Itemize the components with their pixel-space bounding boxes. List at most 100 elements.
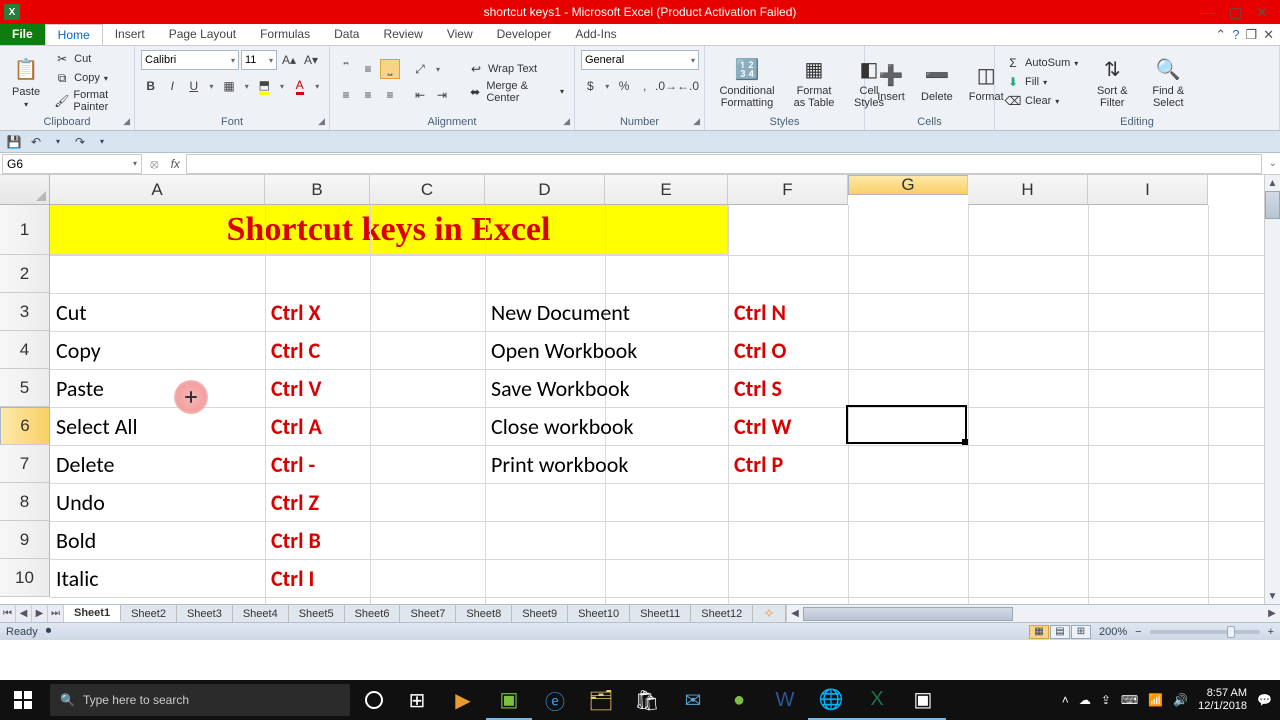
paste-button[interactable]: 📋Paste▾ [6,54,46,111]
decrease-decimal-icon[interactable]: ←.0 [678,76,698,96]
cell-B7[interactable]: Ctrl - [267,446,319,483]
tab-formulas[interactable]: Formulas [248,24,322,45]
sort-filter-button[interactable]: ⇅Sort & Filter [1086,53,1138,111]
font-color-icon[interactable]: A [290,76,310,96]
cell-B8[interactable]: Ctrl Z [267,484,323,521]
zoom-level[interactable]: 200% [1099,626,1127,638]
row-header-10[interactable]: 10 [0,559,50,597]
comma-icon[interactable]: , [635,76,654,96]
vertical-scrollbar[interactable]: ▲ ▼ [1264,175,1280,604]
sheet-tab-sheet8[interactable]: Sheet8 [456,605,512,622]
align-bottom-icon[interactable]: ⎵ [380,59,400,79]
find-select-button[interactable]: 🔍Find & Select [1142,53,1194,111]
save-icon[interactable]: 💾 [6,134,22,150]
mail-icon[interactable]: ✉ [670,680,716,720]
font-dialog-launcher[interactable]: ◢ [318,116,325,127]
alignment-dialog-launcher[interactable]: ◢ [563,116,570,127]
fill-button[interactable]: ⬇Fill▾ [1001,73,1082,91]
onedrive-icon[interactable]: ☁ [1079,693,1091,707]
sheet-nav-prev[interactable]: ◀ [16,605,32,622]
qat-customize-icon[interactable]: ▾ [94,134,110,150]
row-header-8[interactable]: 8 [0,483,50,521]
sheet-nav-last[interactable]: ⏭ [48,605,64,622]
file-explorer-icon[interactable]: 🗂 [578,680,624,720]
format-as-table-button[interactable]: ▦Format as Table [787,53,841,111]
tab-addins[interactable]: Add-Ins [563,24,628,45]
cell-F6[interactable]: Ctrl W [730,408,795,445]
tab-home[interactable]: Home [45,24,103,45]
tab-developer[interactable]: Developer [485,24,564,45]
cell-A5[interactable]: Paste [52,370,108,407]
sheet-tab-sheet12[interactable]: Sheet12 [691,605,753,622]
cell-B6[interactable]: Ctrl A [267,408,326,445]
tab-file[interactable]: File [0,24,45,45]
increase-indent-icon[interactable]: ⇥ [432,85,452,105]
new-sheet-button[interactable]: ✧ [753,605,786,622]
maximize-button[interactable]: ▢ [1229,4,1242,21]
underline-icon[interactable]: U [184,76,204,96]
cell-B3[interactable]: Ctrl X [267,294,325,331]
column-header-D[interactable]: D [485,175,605,205]
tab-data[interactable]: Data [322,24,371,45]
increase-font-icon[interactable]: A▴ [279,50,299,70]
column-header-C[interactable]: C [370,175,485,205]
sheet-tab-sheet5[interactable]: Sheet5 [289,605,345,622]
align-left-icon[interactable]: ≡ [336,85,356,105]
close-button[interactable]: ✕ [1256,4,1268,21]
volume-icon[interactable]: 🔊 [1173,693,1188,707]
sheet-tab-sheet6[interactable]: Sheet6 [345,605,401,622]
tab-page-layout[interactable]: Page Layout [157,24,248,45]
taskbar-search[interactable]: 🔍Type here to search [50,684,350,716]
row-header-9[interactable]: 9 [0,521,50,559]
hscroll-thumb[interactable] [803,607,1013,621]
increase-decimal-icon[interactable]: .0→ [656,76,676,96]
scroll-right-icon[interactable]: ▶ [1264,608,1280,619]
recorder-icon[interactable]: ▣ [900,680,946,720]
help-icon[interactable]: ? [1232,27,1239,42]
keyboard-icon[interactable]: ⌨ [1121,693,1138,707]
row-header-1[interactable]: 1 [0,205,50,255]
row-header-5[interactable]: 5 [0,369,50,407]
clipboard-dialog-launcher[interactable]: ◢ [123,116,130,127]
camtasia-icon[interactable]: ▣ [486,680,532,720]
cell-D4[interactable]: Open Workbook [487,332,641,369]
sheet-tab-sheet9[interactable]: Sheet9 [512,605,568,622]
cell-B10[interactable]: Ctrl I [267,560,318,597]
align-center-icon[interactable]: ≡ [358,85,378,105]
insert-cells-button[interactable]: ➕Insert [871,59,911,105]
cell-A9[interactable]: Bold [52,522,100,559]
formula-bar[interactable] [186,154,1262,174]
undo-dropdown[interactable]: ▾ [50,134,66,150]
column-header-H[interactable]: H [968,175,1088,205]
select-all-corner[interactable] [0,175,50,205]
minimize-ribbon-icon[interactable]: ⌃ [1215,27,1226,43]
notifications-icon[interactable]: 💬 [1257,693,1272,707]
page-break-view-button[interactable]: ⊞ [1071,625,1091,639]
clear-button[interactable]: ⌫Clear▾ [1001,92,1082,110]
currency-icon[interactable]: $ [581,76,600,96]
cell-A3[interactable]: Cut [52,294,91,331]
cell-F7[interactable]: Ctrl P [730,446,787,483]
wrap-text-button[interactable]: ↩Wrap Text [464,60,568,78]
media-player-icon[interactable]: ▶ [440,680,486,720]
align-middle-icon[interactable]: ≡ [358,59,378,79]
tab-view[interactable]: View [435,24,485,45]
row-header-3[interactable]: 3 [0,293,50,331]
align-top-icon[interactable]: ⎴ [336,59,356,79]
chrome-icon[interactable]: 🌐 [808,680,854,720]
page-layout-view-button[interactable]: ▤ [1050,625,1070,639]
decrease-font-icon[interactable]: A▾ [301,50,321,70]
align-right-icon[interactable]: ≡ [380,85,400,105]
cell-B5[interactable]: Ctrl V [267,370,325,407]
minimize-button[interactable]: — [1201,4,1215,21]
system-tray[interactable]: ˄ ☁ ⇪ ⌨ 📶 🔊 8:57 AM12/1/2018 💬 [1054,687,1280,713]
sheet-nav-next[interactable]: ▶ [32,605,48,622]
task-view-icon[interactable]: ⊞ [394,680,440,720]
cell-A7[interactable]: Delete [52,446,118,483]
zoom-slider[interactable] [1150,630,1260,634]
cortana-button[interactable] [354,691,394,709]
zoom-in-button[interactable]: + [1268,626,1274,638]
cell-F3[interactable]: Ctrl N [730,294,790,331]
usb-icon[interactable]: ⇪ [1101,693,1111,707]
sheet-tab-sheet4[interactable]: Sheet4 [233,605,289,622]
